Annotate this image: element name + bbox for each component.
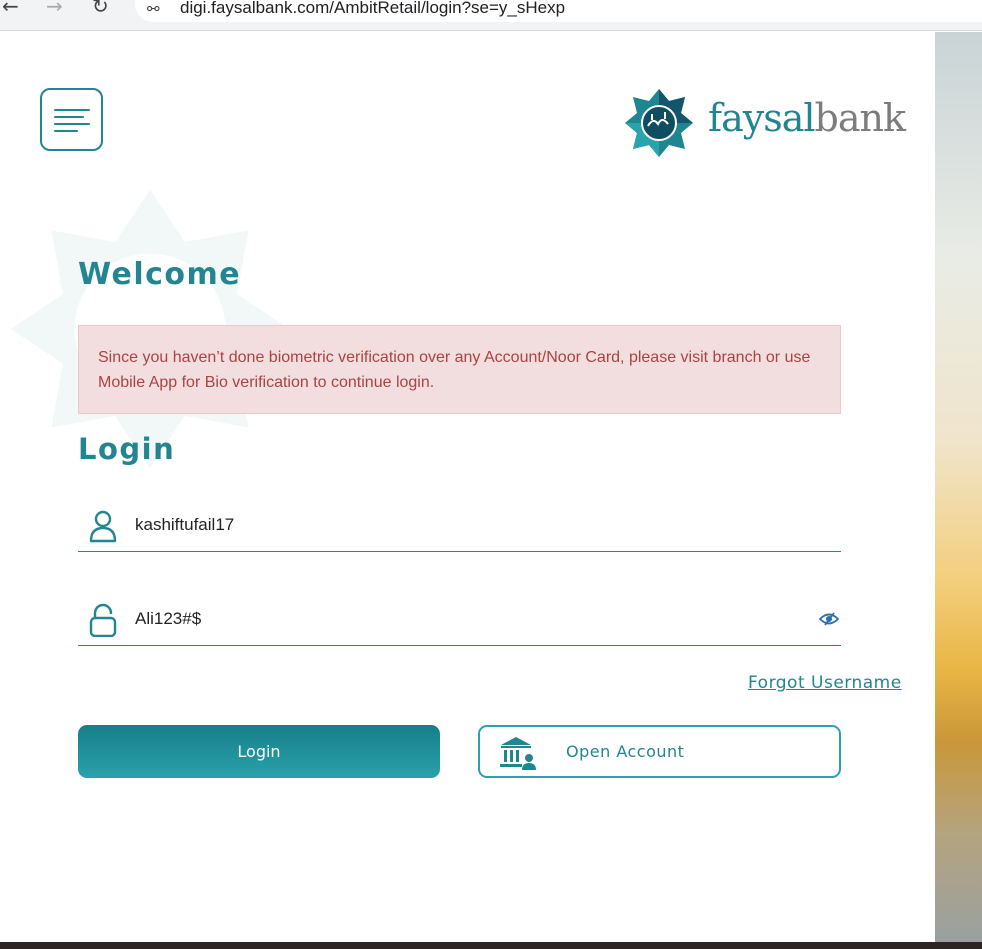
logo-star-icon [625, 89, 693, 157]
lock-icon [89, 603, 117, 637]
username-field [78, 495, 841, 552]
arrow-left-icon[interactable]: ← [2, 0, 19, 18]
reload-icon[interactable]: ↻ [92, 0, 109, 18]
logo-wordmark: faysalbank [708, 96, 906, 140]
browser-toolbar: ← → ↻ ⚯ digi.faysalbank.com/AmbitRetail/… [0, 0, 982, 31]
login-page: faysalbank Welcome Since you haven’t don… [0, 32, 935, 942]
username-input[interactable] [135, 513, 795, 537]
user-icon [89, 510, 117, 543]
open-account-button[interactable]: Open Account [478, 725, 841, 778]
biometric-alert: Since you haven’t done biometric verific… [78, 325, 841, 414]
welcome-heading: Welcome [78, 257, 242, 292]
background-photo [935, 32, 982, 942]
password-field [78, 589, 841, 646]
address-bar[interactable]: ⚯ digi.faysalbank.com/AmbitRetail/login?… [135, 0, 982, 22]
open-account-label: Open Account [566, 742, 685, 761]
login-button[interactable]: Login [78, 725, 440, 778]
bank-user-icon [500, 737, 536, 770]
tune-icon[interactable]: ⚯ [147, 0, 160, 18]
url-text[interactable]: digi.faysalbank.com/AmbitRetail/login?se… [180, 0, 565, 18]
arrow-right-icon[interactable]: → [46, 0, 63, 18]
hamburger-icon[interactable] [40, 88, 103, 151]
forgot-username-link[interactable]: Forgot Username [748, 673, 902, 693]
faysalbank-logo: faysalbank [624, 88, 906, 158]
bottom-bar [0, 942, 982, 949]
eye-icon[interactable] [819, 611, 839, 627]
password-input[interactable] [135, 607, 795, 631]
login-heading: Login [78, 432, 176, 466]
